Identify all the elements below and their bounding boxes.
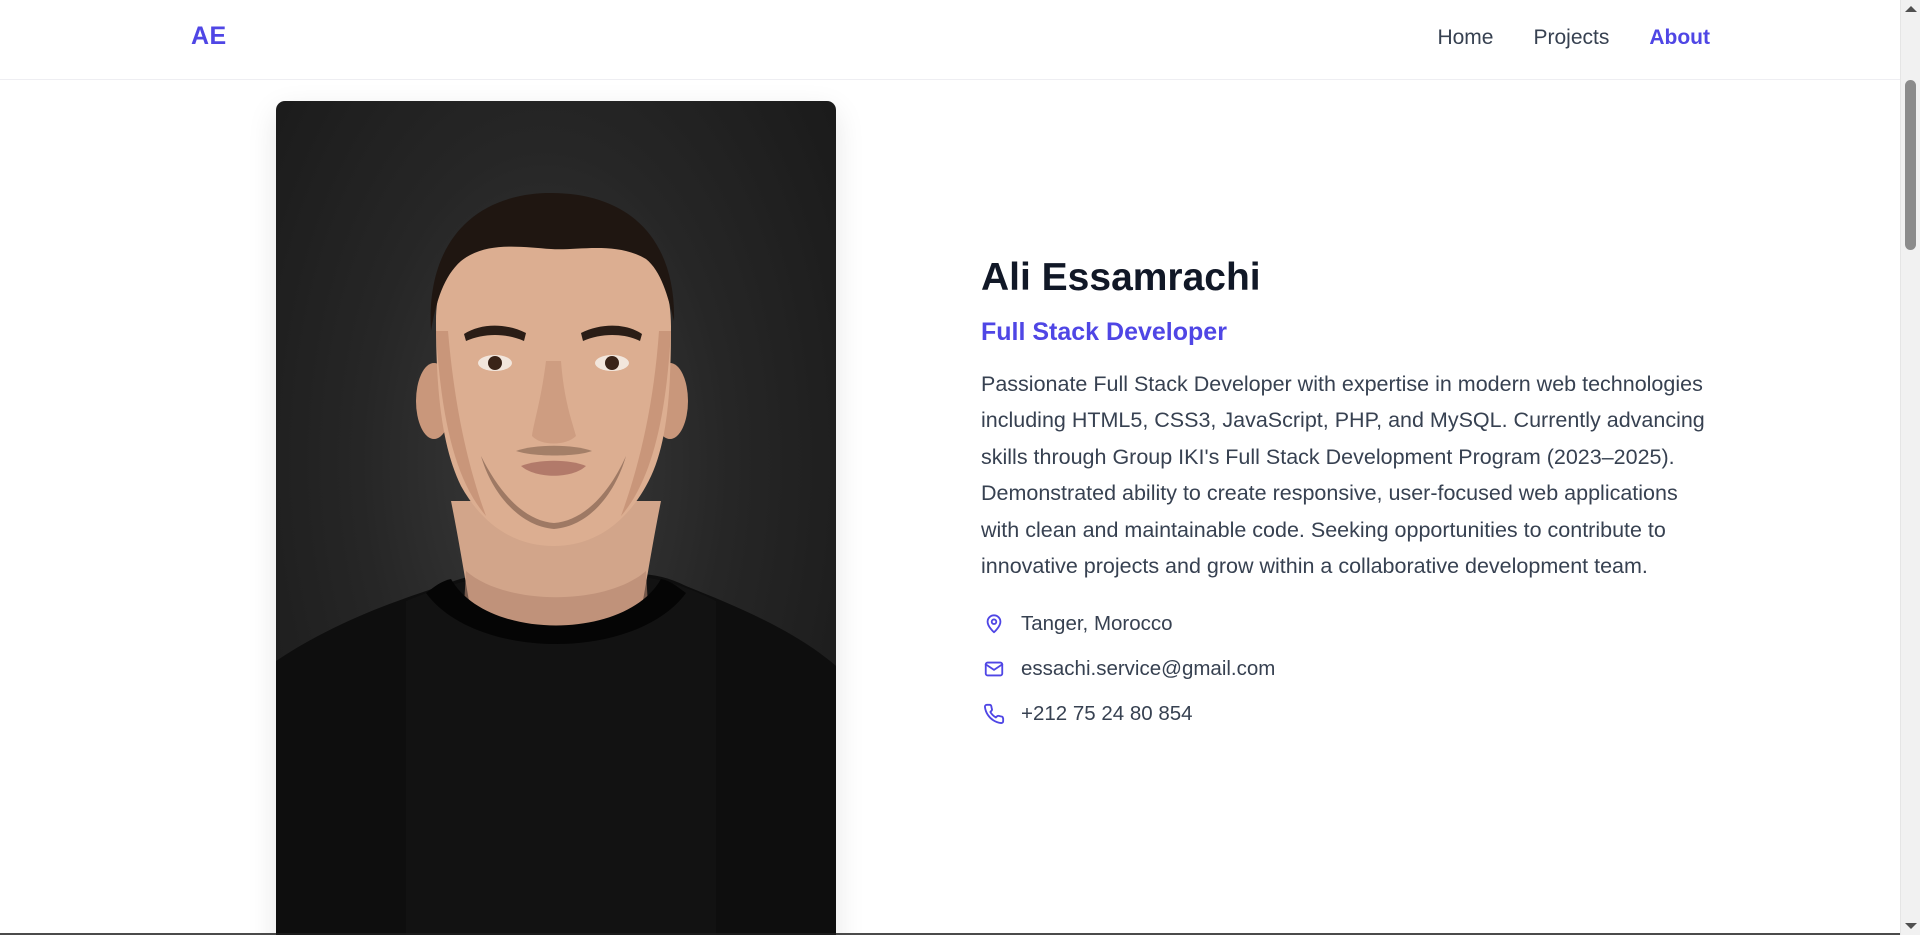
email-link[interactable]: essachi.service@gmail.com: [1021, 657, 1275, 681]
contact-phone: +212 75 24 80 854: [981, 701, 1711, 728]
about-section: Ali Essamrachi Full Stack Developer Pass…: [981, 255, 1711, 728]
profile-title: Full Stack Developer: [981, 317, 1227, 346]
logo-link[interactable]: AE: [191, 22, 227, 51]
contact-location: Tanger, Morocco: [981, 611, 1711, 638]
profile-photo: [276, 101, 836, 935]
page-scrollbar[interactable]: [1900, 0, 1920, 935]
scroll-down-icon[interactable]: [1905, 923, 1917, 929]
scrollbar-thumb[interactable]: [1905, 80, 1916, 250]
phone-link[interactable]: +212 75 24 80 854: [1021, 702, 1193, 726]
nav-about-link[interactable]: About: [1649, 26, 1710, 50]
phone-icon: [981, 701, 1007, 727]
site-header: AE Home Projects About: [0, 0, 1900, 80]
mail-icon: [981, 656, 1007, 682]
portrait-image: [276, 192, 836, 935]
profile-name: Ali Essamrachi: [981, 256, 1261, 299]
map-pin-icon: [981, 611, 1007, 637]
scroll-up-icon[interactable]: [1905, 6, 1917, 12]
location-text: Tanger, Morocco: [1021, 612, 1173, 636]
page: AE Home Projects About Ali Essamrachi Fu…: [0, 0, 1920, 935]
nav-home-link[interactable]: Home: [1437, 26, 1493, 50]
nav-projects-link[interactable]: Projects: [1533, 26, 1609, 50]
contact-list: Tanger, Morocco essachi.service@gmail.co…: [981, 611, 1711, 728]
profile-bio: Passionate Full Stack Developer with exp…: [981, 371, 1705, 579]
contact-email: essachi.service@gmail.com: [981, 656, 1711, 683]
main-nav: Home Projects About: [1437, 26, 1710, 50]
